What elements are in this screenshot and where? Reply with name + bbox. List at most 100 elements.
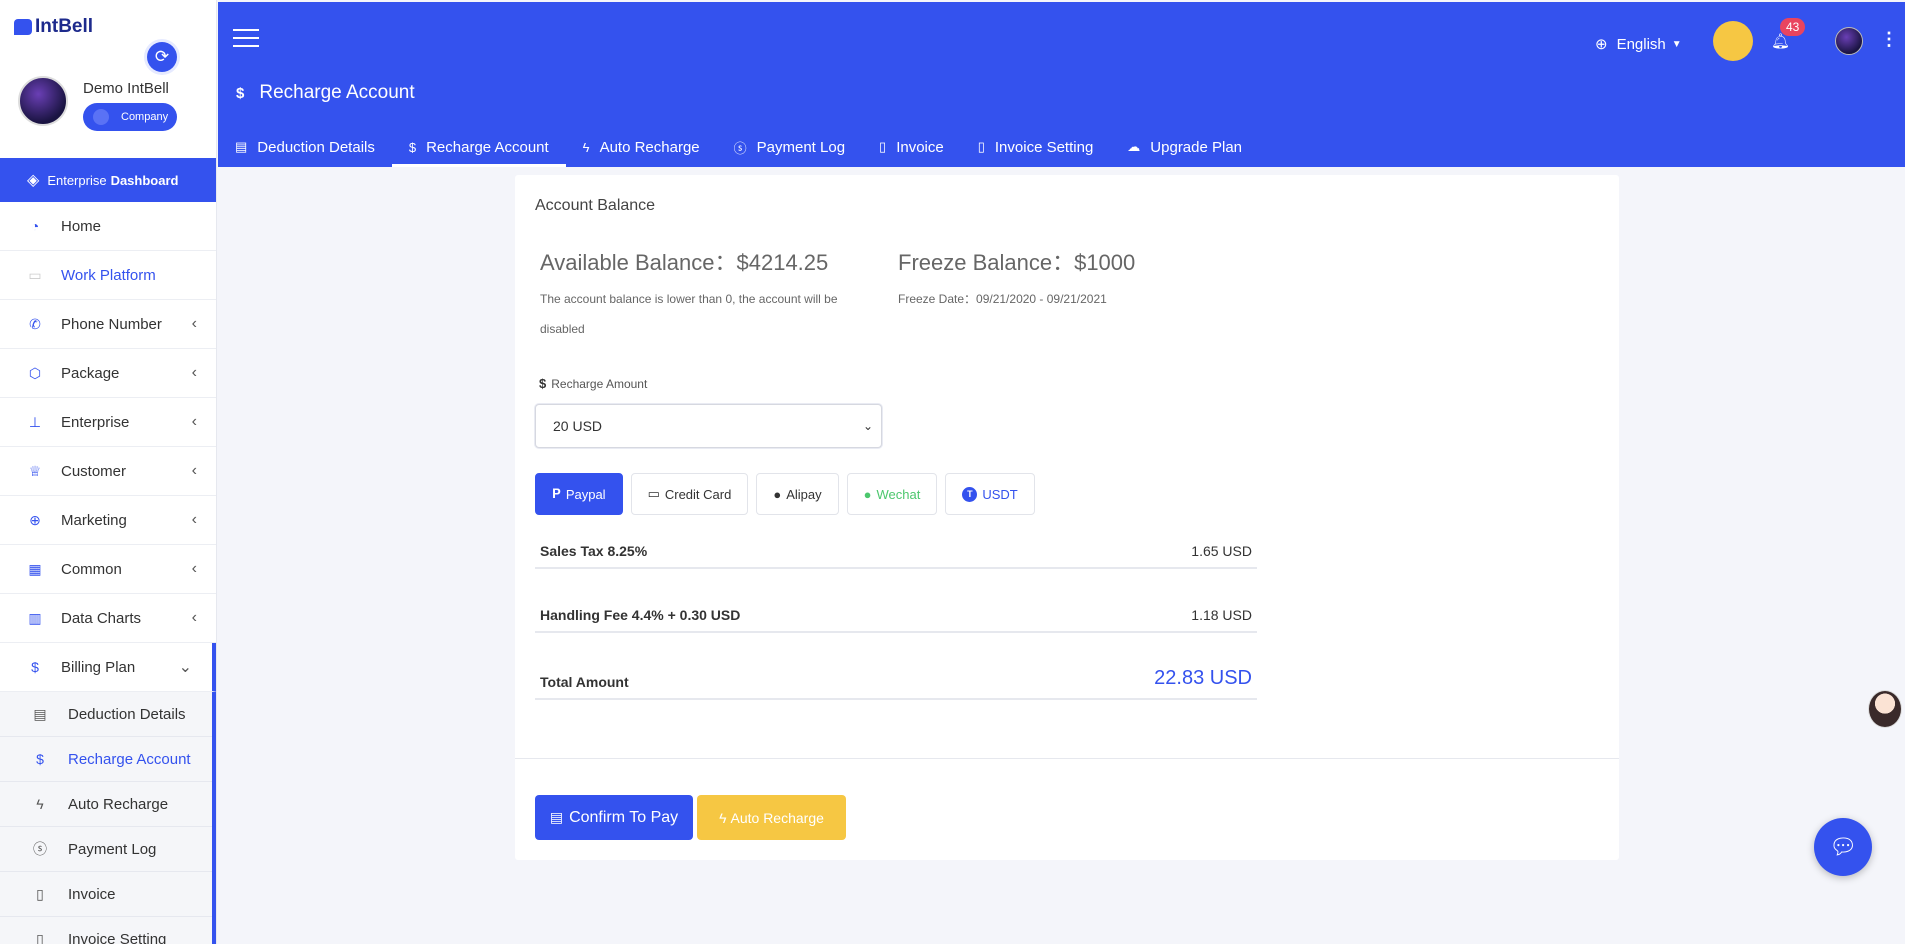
sidebar-item-label: Data Charts [61,609,142,627]
alipay-icon: ● [773,486,782,502]
tab-invoice[interactable]: ▯ Invoice [862,127,961,167]
company-switch[interactable]: Company [83,103,177,131]
chat-bubble-icon[interactable]: 💬︎ [1814,818,1872,876]
tether-icon: T [962,486,978,502]
tab-label: Payment Log [756,138,846,156]
paypal-icon: 𝐏 [552,486,561,501]
sidebar-subitem-deduction-details[interactable]: ▤ Deduction Details [0,692,212,737]
kebab-menu-icon[interactable]: ⋮ [1880,29,1898,50]
tab-recharge-account[interactable]: $ Recharge Account [391,127,566,167]
chevron-left-icon: ‹ [191,511,197,528]
sidebar-subitem-auto-recharge[interactable]: ϟ Auto Recharge [0,782,212,827]
sidebar-item-label: Customer [61,462,127,480]
sidebar-subitem-invoice-setting[interactable]: ▯ Invoice Setting [0,917,212,944]
assistant-avatar-icon[interactable] [1868,690,1902,728]
sidebar-item-phone-number[interactable]: ✆ Phone Number ‹ [0,300,216,349]
paypal-button[interactable]: 𝐏 Paypal [535,473,623,515]
sidebar-subitem-invoice[interactable]: ▯ Invoice [0,872,212,917]
total-value: 22.83 USD [1154,667,1252,689]
sidebar-subitem-label: Auto Recharge [68,795,169,813]
sidebar-item-package[interactable]: ⬡ Package ‹ [0,349,216,398]
org-chart-icon: ⊥ [28,413,42,430]
chevron-down-icon: ⌄ [862,419,873,433]
wechat-icon: ● [863,486,872,502]
chat-bubble-logo-icon [14,19,32,35]
sidebar-subitem-recharge-account[interactable]: $ Recharge Account [0,737,212,782]
crown-icon: ♕ [28,462,42,479]
sidebar-item-customer[interactable]: ♕ Customer ‹ [0,447,216,496]
confirm-to-pay-button[interactable]: ▤ Confirm To Pay [535,795,693,840]
sidebar-item-enterprise[interactable]: ⊥ Enterprise ‹ [0,398,216,447]
diamond-icon: ◈ [27,172,40,189]
language-selector[interactable]: ⊕ English ▼ [1595,35,1682,54]
freeze-date: Freeze Date：09/21/2020 - 09/21/2021 [898,292,1107,306]
company-label: Company [121,111,169,123]
tab-label: Deduction Details [257,138,375,156]
sidebar-item-label: Phone Number [61,315,162,333]
recharge-amount-select[interactable]: 20 USD ⌄ [535,404,882,448]
sidebar-item-billing-plan[interactable]: $ Billing Plan ⌄ [0,643,216,692]
tab-invoice-setting[interactable]: ▯ Invoice Setting [961,127,1111,167]
chevron-down-icon: ⌄ [178,659,192,676]
box-icon: ⬡ [28,364,42,381]
tab-label: Invoice Setting [994,138,1094,156]
phone-icon: ✆ [29,315,41,332]
page-title-text: Recharge Account [259,82,415,103]
sidebar-item-label: Package [61,364,120,382]
caret-down-icon: ▼ [1671,38,1682,50]
profile-card: Demo IntBell Company [18,76,177,131]
hamburger-menu-icon[interactable] [233,29,259,49]
bar-chart-icon: ▥ [28,609,42,626]
sync-icon[interactable]: ⟳ [147,42,177,72]
auto-recharge-button[interactable]: ϟ Auto Recharge [697,795,846,840]
sales-tax-row: Sales Tax 8.25% 1.65 USD [535,543,1257,569]
sidebar-item-home[interactable]: ◔ Home [0,202,216,251]
freeze-balance: Freeze Balance：$1000 [898,250,1136,275]
chevron-left-icon: ‹ [191,315,197,332]
bolt-icon: ϟ [719,809,727,826]
tab-upgrade-plan[interactable]: ☁ Upgrade Plan [1110,127,1259,167]
home-gauge-icon: ◔ [30,218,40,234]
invoice-icon: ▯ [977,139,985,154]
toggle-knob-icon [93,109,109,125]
dashboard-bold: Dashboard [110,172,179,188]
sidebar-item-label: Marketing [61,511,127,529]
usdt-button[interactable]: T USDT [945,473,1035,515]
credit-card-button[interactable]: ▭ Credit Card [630,473,749,515]
sidebar-item-label: Home [61,217,102,235]
dollar-circle-icon: ⓢ [33,841,47,857]
sidebar-item-work-platform[interactable]: ▭ Work Platform [0,251,216,300]
sidebar-item-data-charts[interactable]: ▥ Data Charts ‹ [0,594,216,643]
recharge-amount-label: $ Recharge Amount [539,376,648,391]
user-avatar[interactable] [1835,27,1863,55]
page-title: $ Recharge Account [236,82,415,104]
fee-value: 1.65 USD [1191,543,1252,559]
bolt-icon: ϟ [36,796,44,812]
billing-tabs: ▤ Deduction Details $ Recharge Account ϟ… [218,127,1259,167]
sidebar-item-marketing[interactable]: ⊕ Marketing ‹ [0,496,216,545]
top-header: $ Recharge Account ⊕ English ▼ 🔔︎ 43 ⋮ ▤… [218,2,1905,167]
sidebar-item-common[interactable]: ▦ Common ‹ [0,545,216,594]
sidebar: IntBell ⟳ Demo IntBell Company ◈ Enterpr… [0,0,217,944]
chevron-left-icon: ‹ [191,364,197,381]
status-avatar[interactable] [1713,21,1753,61]
balance-warning: The account balance is lower than 0, the… [540,292,838,336]
invoice-icon: ▯ [36,930,44,944]
brand-logo[interactable]: IntBell [0,0,216,54]
card-icon: ▤ [549,809,564,825]
avatar[interactable] [18,76,68,126]
sidebar-subitem-payment-log[interactable]: ⓢ Payment Log [0,827,212,872]
tab-deduction-details[interactable]: ▤ Deduction Details [218,127,392,167]
tab-auto-recharge[interactable]: ϟ Auto Recharge [566,127,717,167]
sidebar-subitem-label: Recharge Account [68,750,191,768]
enterprise-dashboard-link[interactable]: ◈ Enterprise Dashboard [0,158,216,202]
language-label: English [1616,35,1666,53]
chevron-left-icon: ‹ [191,609,197,626]
alipay-button[interactable]: ● Alipay [756,473,839,515]
cloud-icon: ☁ [1127,139,1141,154]
target-icon: ⊕ [29,511,41,528]
tab-payment-log[interactable]: ⓢ Payment Log [717,127,862,167]
wechat-button[interactable]: ● Wechat [846,473,938,515]
sidebar-item-label: Billing Plan [61,658,136,676]
sidebar-item-label: Work Platform [61,266,156,284]
